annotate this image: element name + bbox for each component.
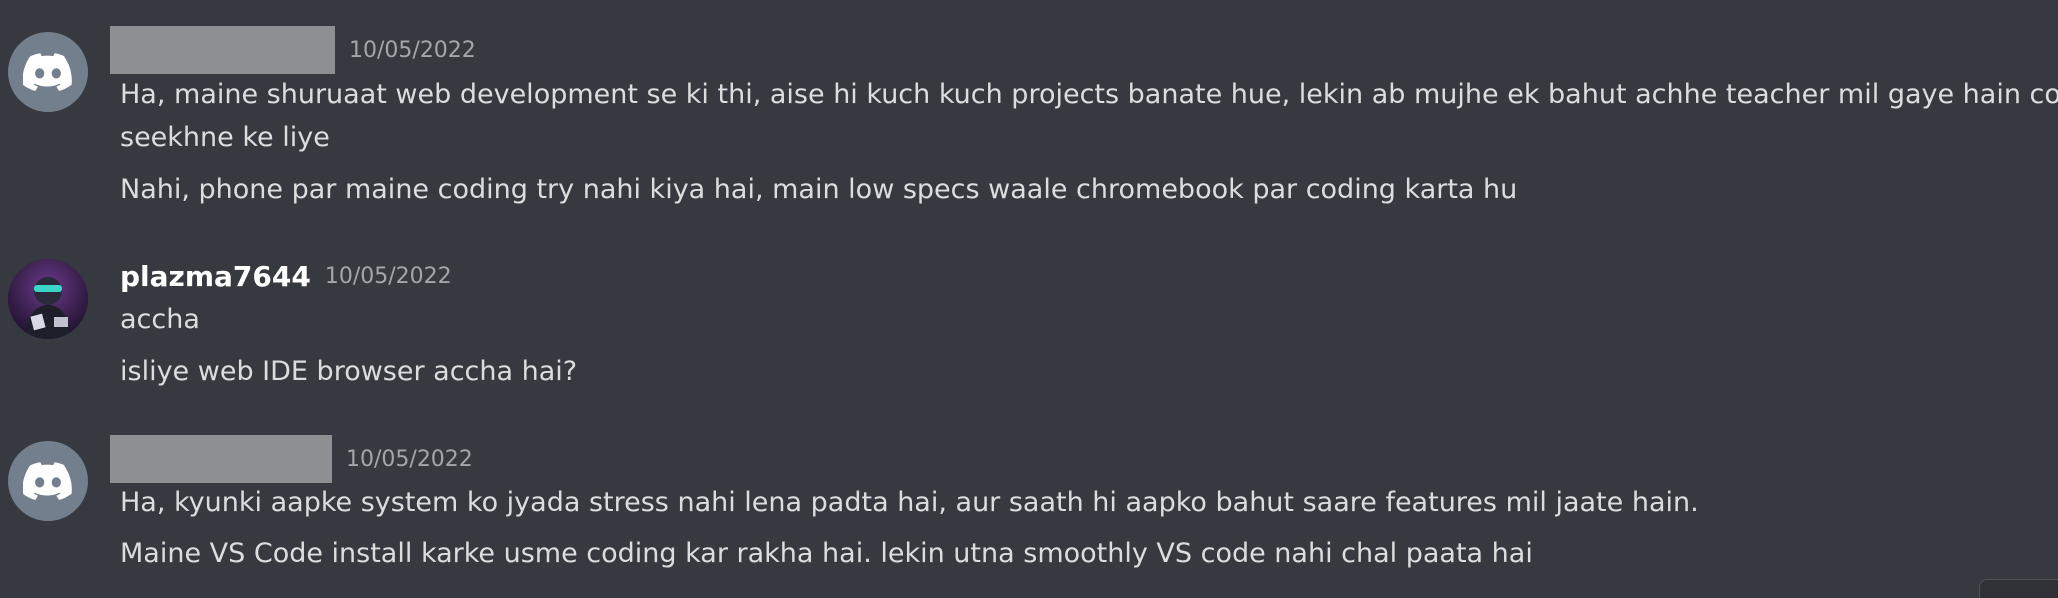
redacted-username [110, 26, 335, 74]
chat-messages: 10/05/2022 Ha, maine shuruaat web develo… [0, 0, 2058, 598]
discord-logo-icon[interactable] [8, 32, 88, 112]
username[interactable]: plazma7644 [120, 260, 311, 293]
message-text: accha [120, 304, 200, 335]
redacted-username [110, 435, 332, 483]
message-header: 10/05/2022 [110, 26, 476, 74]
message-header: 10/05/2022 [110, 435, 473, 483]
timestamp: 10/05/2022 [349, 37, 476, 63]
message-text: Maine VS Code install karke usme coding … [120, 538, 1533, 569]
user-avatar[interactable] [8, 259, 88, 339]
corner-toolbar[interactable] [1979, 579, 2058, 598]
message-text: Ha, maine shuruaat web development se ki… [120, 79, 2058, 110]
timestamp: 10/05/2022 [324, 263, 452, 289]
timestamp: 10/05/2022 [346, 446, 473, 472]
message-header: plazma7644 10/05/2022 [120, 252, 452, 300]
message-text: Ha, kyunki aapke system ko jyada stress … [120, 487, 1699, 518]
message-text: isliye web IDE browser accha hai? [120, 356, 578, 387]
message-text: seekhne ke liye [120, 122, 330, 153]
message-text: Nahi, phone par maine coding try nahi ki… [120, 174, 1518, 205]
discord-logo-icon[interactable] [8, 441, 88, 521]
